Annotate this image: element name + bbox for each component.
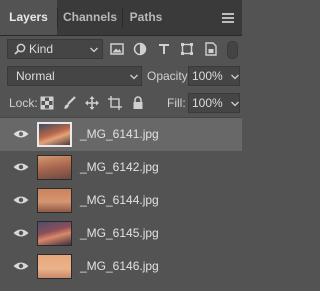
lock-position-icon[interactable] (85, 96, 99, 110)
layer-thumbnail[interactable] (37, 188, 72, 213)
visibility-eye-icon[interactable] (13, 261, 29, 271)
layer-name[interactable]: _MG_6142.jpg (80, 160, 159, 174)
smart-object-filter-icon[interactable] (204, 42, 218, 56)
chevron-down-icon (90, 47, 98, 53)
layer-name[interactable]: _MG_6146.jpg (80, 259, 159, 273)
visibility-eye-icon[interactable] (13, 195, 29, 205)
fill-value: 100% (192, 96, 223, 110)
layers-list: _MG_6141.jpg _MG_6142.jpg _MG_6144.jpg _… (0, 118, 242, 291)
layer-thumbnail[interactable] (37, 155, 72, 180)
lock-transparent-pixels-icon[interactable] (40, 96, 54, 110)
blend-mode-select[interactable]: Normal (7, 66, 142, 86)
visibility-eye-icon[interactable] (13, 129, 29, 139)
layer-row[interactable]: _MG_6146.jpg (0, 250, 242, 283)
layer-thumbnail[interactable] (37, 221, 72, 246)
fill-label: Fill: (167, 96, 186, 110)
opacity-value: 100% (192, 69, 223, 83)
layer-row[interactable]: _MG_6142.jpg (0, 151, 242, 184)
layer-thumbnail[interactable] (37, 122, 72, 147)
lock-artboard-icon[interactable] (108, 96, 122, 110)
layer-row[interactable]: _MG_6144.jpg (0, 184, 242, 217)
adjustment-filter-icon[interactable] (133, 42, 147, 56)
chevron-down-icon (231, 101, 239, 107)
lock-image-pixels-icon[interactable] (63, 96, 77, 110)
filter-toggle-switch[interactable] (227, 41, 238, 59)
chevron-down-icon (130, 74, 138, 80)
visibility-eye-icon[interactable] (13, 228, 29, 238)
lock-all-icon[interactable] (131, 96, 145, 110)
filter-kind-select[interactable]: Kind (7, 39, 103, 59)
layer-row[interactable]: _MG_6145.jpg (0, 217, 242, 250)
type-filter-icon[interactable] (157, 42, 171, 56)
chevron-down-icon (231, 74, 239, 80)
filter-kind-label: Kind (29, 42, 54, 56)
tab-paths[interactable]: Paths (123, 0, 169, 35)
layer-name[interactable]: _MG_6141.jpg (80, 127, 159, 141)
lock-label: Lock: (9, 96, 38, 110)
shape-filter-icon[interactable] (180, 42, 194, 56)
layer-thumbnail[interactable] (37, 254, 72, 279)
image-filter-icon[interactable] (110, 42, 124, 56)
tab-layers[interactable]: Layers (0, 0, 57, 35)
blend-mode-value: Normal (16, 69, 55, 83)
opacity-label: Opacity: (147, 69, 192, 83)
layer-name[interactable]: _MG_6144.jpg (80, 193, 159, 207)
search-icon (14, 43, 26, 55)
fill-field[interactable]: 100% (188, 93, 240, 113)
opacity-field[interactable]: 100% (188, 66, 240, 86)
tab-channels[interactable]: Channels (58, 0, 122, 35)
visibility-eye-icon[interactable] (13, 162, 29, 172)
layer-row[interactable]: _MG_6141.jpg (0, 118, 242, 151)
panel-menu-icon[interactable] (222, 12, 234, 24)
layer-name[interactable]: _MG_6145.jpg (80, 226, 159, 240)
